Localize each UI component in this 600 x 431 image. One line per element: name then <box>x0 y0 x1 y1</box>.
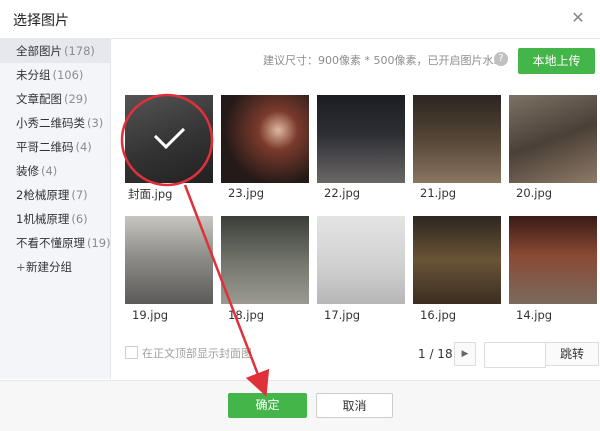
image-thumb-20[interactable] <box>509 95 597 183</box>
image-thumb-22[interactable] <box>317 95 405 183</box>
image-thumb-17[interactable] <box>317 216 405 304</box>
add-group-button[interactable]: +新建分组 <box>0 255 110 279</box>
selected-overlay <box>125 95 213 183</box>
sidebar-item-count: (4) <box>75 140 92 154</box>
image-preview <box>125 216 213 304</box>
plus-icon: + <box>16 260 26 274</box>
sidebar-item-pingge-qr[interactable]: 平哥二维码 (4) <box>0 135 110 159</box>
sidebar-item-label: 文章配图 <box>16 92 62 106</box>
next-page-icon[interactable]: ▶ <box>454 342 476 366</box>
image-preview <box>413 95 501 183</box>
image-name: 19.jpg <box>132 308 169 322</box>
sidebar-item-label: 全部图片 <box>16 44 62 58</box>
page-number-input[interactable] <box>484 342 546 368</box>
confirm-button[interactable]: 确定 <box>228 393 307 418</box>
page-indicator: 1 / 18 <box>418 347 453 361</box>
check-icon <box>153 117 186 150</box>
image-preview <box>509 216 597 304</box>
sidebar-item-xiaoxiu-qr[interactable]: 小秀二维码类 (3) <box>0 111 110 135</box>
image-preview <box>509 95 597 183</box>
close-icon[interactable]: ✕ <box>568 8 588 28</box>
image-name: 22.jpg <box>324 186 361 200</box>
image-preview <box>317 95 405 183</box>
sidebar-item-count: (6) <box>71 212 88 226</box>
sidebar-item-count: (29) <box>64 92 88 106</box>
image-name: 16.jpg <box>420 308 457 322</box>
sidebar-item-decoration[interactable]: 装修 (4) <box>0 159 110 183</box>
help-icon[interactable]: ? <box>494 52 508 66</box>
sidebar-item-label: 2枪械原理 <box>16 188 70 202</box>
dialog-titlebar: 选择图片 ✕ <box>0 0 600 39</box>
sidebar-item-mechanical-principles[interactable]: 1机械原理 (6) <box>0 207 110 231</box>
image-name: 17.jpg <box>324 308 361 322</box>
sidebar-item-count: (19) <box>87 236 111 250</box>
image-name: 20.jpg <box>516 186 553 200</box>
sidebar-item-count: (3) <box>87 116 104 130</box>
dialog-title: 选择图片 <box>13 13 69 29</box>
sidebar-item-count: (106) <box>52 68 84 82</box>
image-thumb-18[interactable] <box>221 216 309 304</box>
select-image-dialog: 选择图片 ✕ 全部图片 (178) 未分组 (106) 文章配图 (29) 小秀二维码… <box>0 0 600 431</box>
sidebar-item-all[interactable]: 全部图片 (178) <box>0 39 110 63</box>
add-group-label: 新建分组 <box>26 260 72 274</box>
image-name: 18.jpg <box>228 308 265 322</box>
sidebar-item-label: 小秀二维码类 <box>16 116 85 130</box>
sidebar-item-label: 装修 <box>16 164 39 178</box>
sidebar-item-label: 1机械原理 <box>16 212 70 226</box>
jump-button[interactable]: 跳转 <box>545 342 599 366</box>
image-thumb-23[interactable] <box>221 95 309 183</box>
sidebar-item-label: 平哥二维码 <box>16 140 74 154</box>
sidebar-item-label: 不看不懂原理 <box>16 236 85 250</box>
sidebar-item-gun-principles[interactable]: 2枪械原理 (7) <box>0 183 110 207</box>
image-name: 14.jpg <box>516 308 553 322</box>
image-preview <box>413 216 501 304</box>
image-thumb-16[interactable] <box>413 216 501 304</box>
image-name: 21.jpg <box>420 186 457 200</box>
image-thumb-cover[interactable] <box>125 95 213 183</box>
cover-checkbox[interactable] <box>125 346 138 359</box>
image-preview <box>317 216 405 304</box>
cover-checkbox-label: 在正文顶部显示封面图 <box>142 347 252 360</box>
image-thumb-19[interactable] <box>125 216 213 304</box>
sidebar-item-count: (4) <box>41 164 58 178</box>
cancel-button[interactable]: 取消 <box>316 393 393 418</box>
size-hint: 建议尺寸：900像素 * 500像素，已开启图片水印 <box>263 54 505 67</box>
image-thumb-14[interactable] <box>509 216 597 304</box>
image-name: 封面.jpg <box>128 187 173 201</box>
sidebar-item-article-images[interactable]: 文章配图 (29) <box>0 87 110 111</box>
group-sidebar: 全部图片 (178) 未分组 (106) 文章配图 (29) 小秀二维码类 (3) 平哥… <box>0 39 111 379</box>
image-preview <box>221 95 309 183</box>
image-preview <box>221 216 309 304</box>
local-upload-button[interactable]: 本地上传 <box>518 48 595 74</box>
sidebar-item-count: (7) <box>71 188 88 202</box>
sidebar-item-count: (178) <box>64 44 95 58</box>
sidebar-item-label: 未分组 <box>16 68 51 82</box>
image-thumb-21[interactable] <box>413 95 501 183</box>
sidebar-item-principles[interactable]: 不看不懂原理 (19) <box>0 231 111 255</box>
image-name: 23.jpg <box>228 186 265 200</box>
sidebar-item-ungrouped[interactable]: 未分组 (106) <box>0 63 110 87</box>
